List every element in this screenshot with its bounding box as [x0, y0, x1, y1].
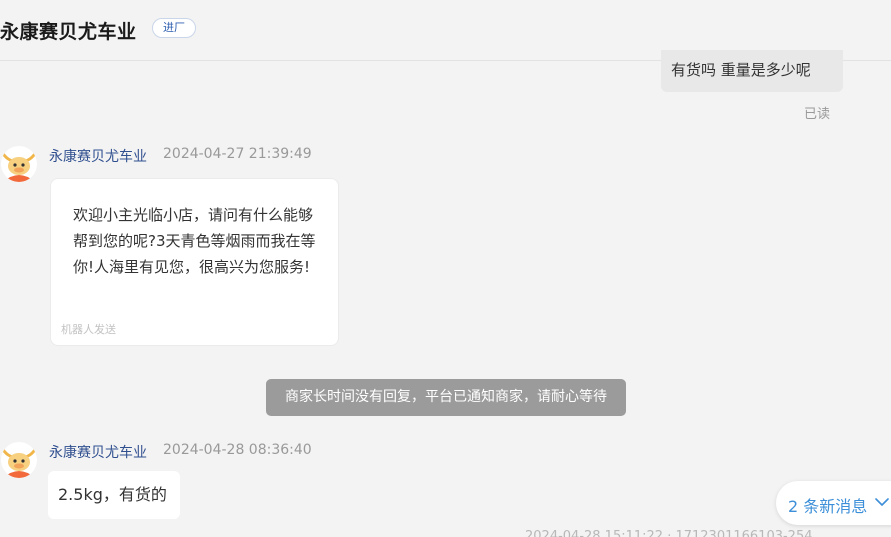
new-messages-button[interactable]: 2 条新消息	[776, 481, 891, 525]
shop-avatar[interactable]	[1, 146, 37, 182]
message-time: 2024-04-27 21:39:49	[163, 146, 312, 162]
system-notice: 商家长时间没有回复，平台已通知商家，请耐心等待	[266, 379, 626, 416]
message-time: 2024-04-28 08:36:40	[163, 442, 312, 458]
outgoing-message-text: 有货吗 重量是多少呢	[671, 61, 811, 79]
sender-name[interactable]: 永康赛贝尤车业	[49, 442, 147, 462]
shop-badge: 进厂	[152, 18, 196, 38]
read-status: 已读	[804, 107, 831, 122]
cow-mascot-icon	[1, 146, 37, 182]
welcome-message-text: 欢迎小主光临小店，请问有什么能够帮到您的呢?3天青色等烟雨而我在等你!人海里有见…	[73, 206, 316, 276]
bot-sent-note: 机器人发送	[61, 323, 116, 336]
new-messages-label: 2 条新消息	[788, 497, 868, 516]
shop-avatar[interactable]	[1, 442, 37, 478]
cow-mascot-icon	[1, 442, 37, 478]
shop-name[interactable]: 永康赛贝尤车业	[0, 17, 137, 44]
outgoing-message-bubble: 有货吗 重量是多少呢	[661, 50, 843, 92]
welcome-message-card: 欢迎小主光临小店，请问有什么能够帮到您的呢?3天青色等烟雨而我在等你!人海里有见…	[50, 178, 339, 346]
reply-message-bubble: 2.5kg，有货的	[48, 471, 180, 519]
sender-name[interactable]: 永康赛贝尤车业	[49, 146, 147, 166]
cut-off-message-line: 2024-04-28 15:11:22 · 1712301166103-254	[525, 529, 813, 537]
reply-message-text: 2.5kg，有货的	[58, 485, 167, 504]
chevron-down-icon	[875, 498, 889, 506]
